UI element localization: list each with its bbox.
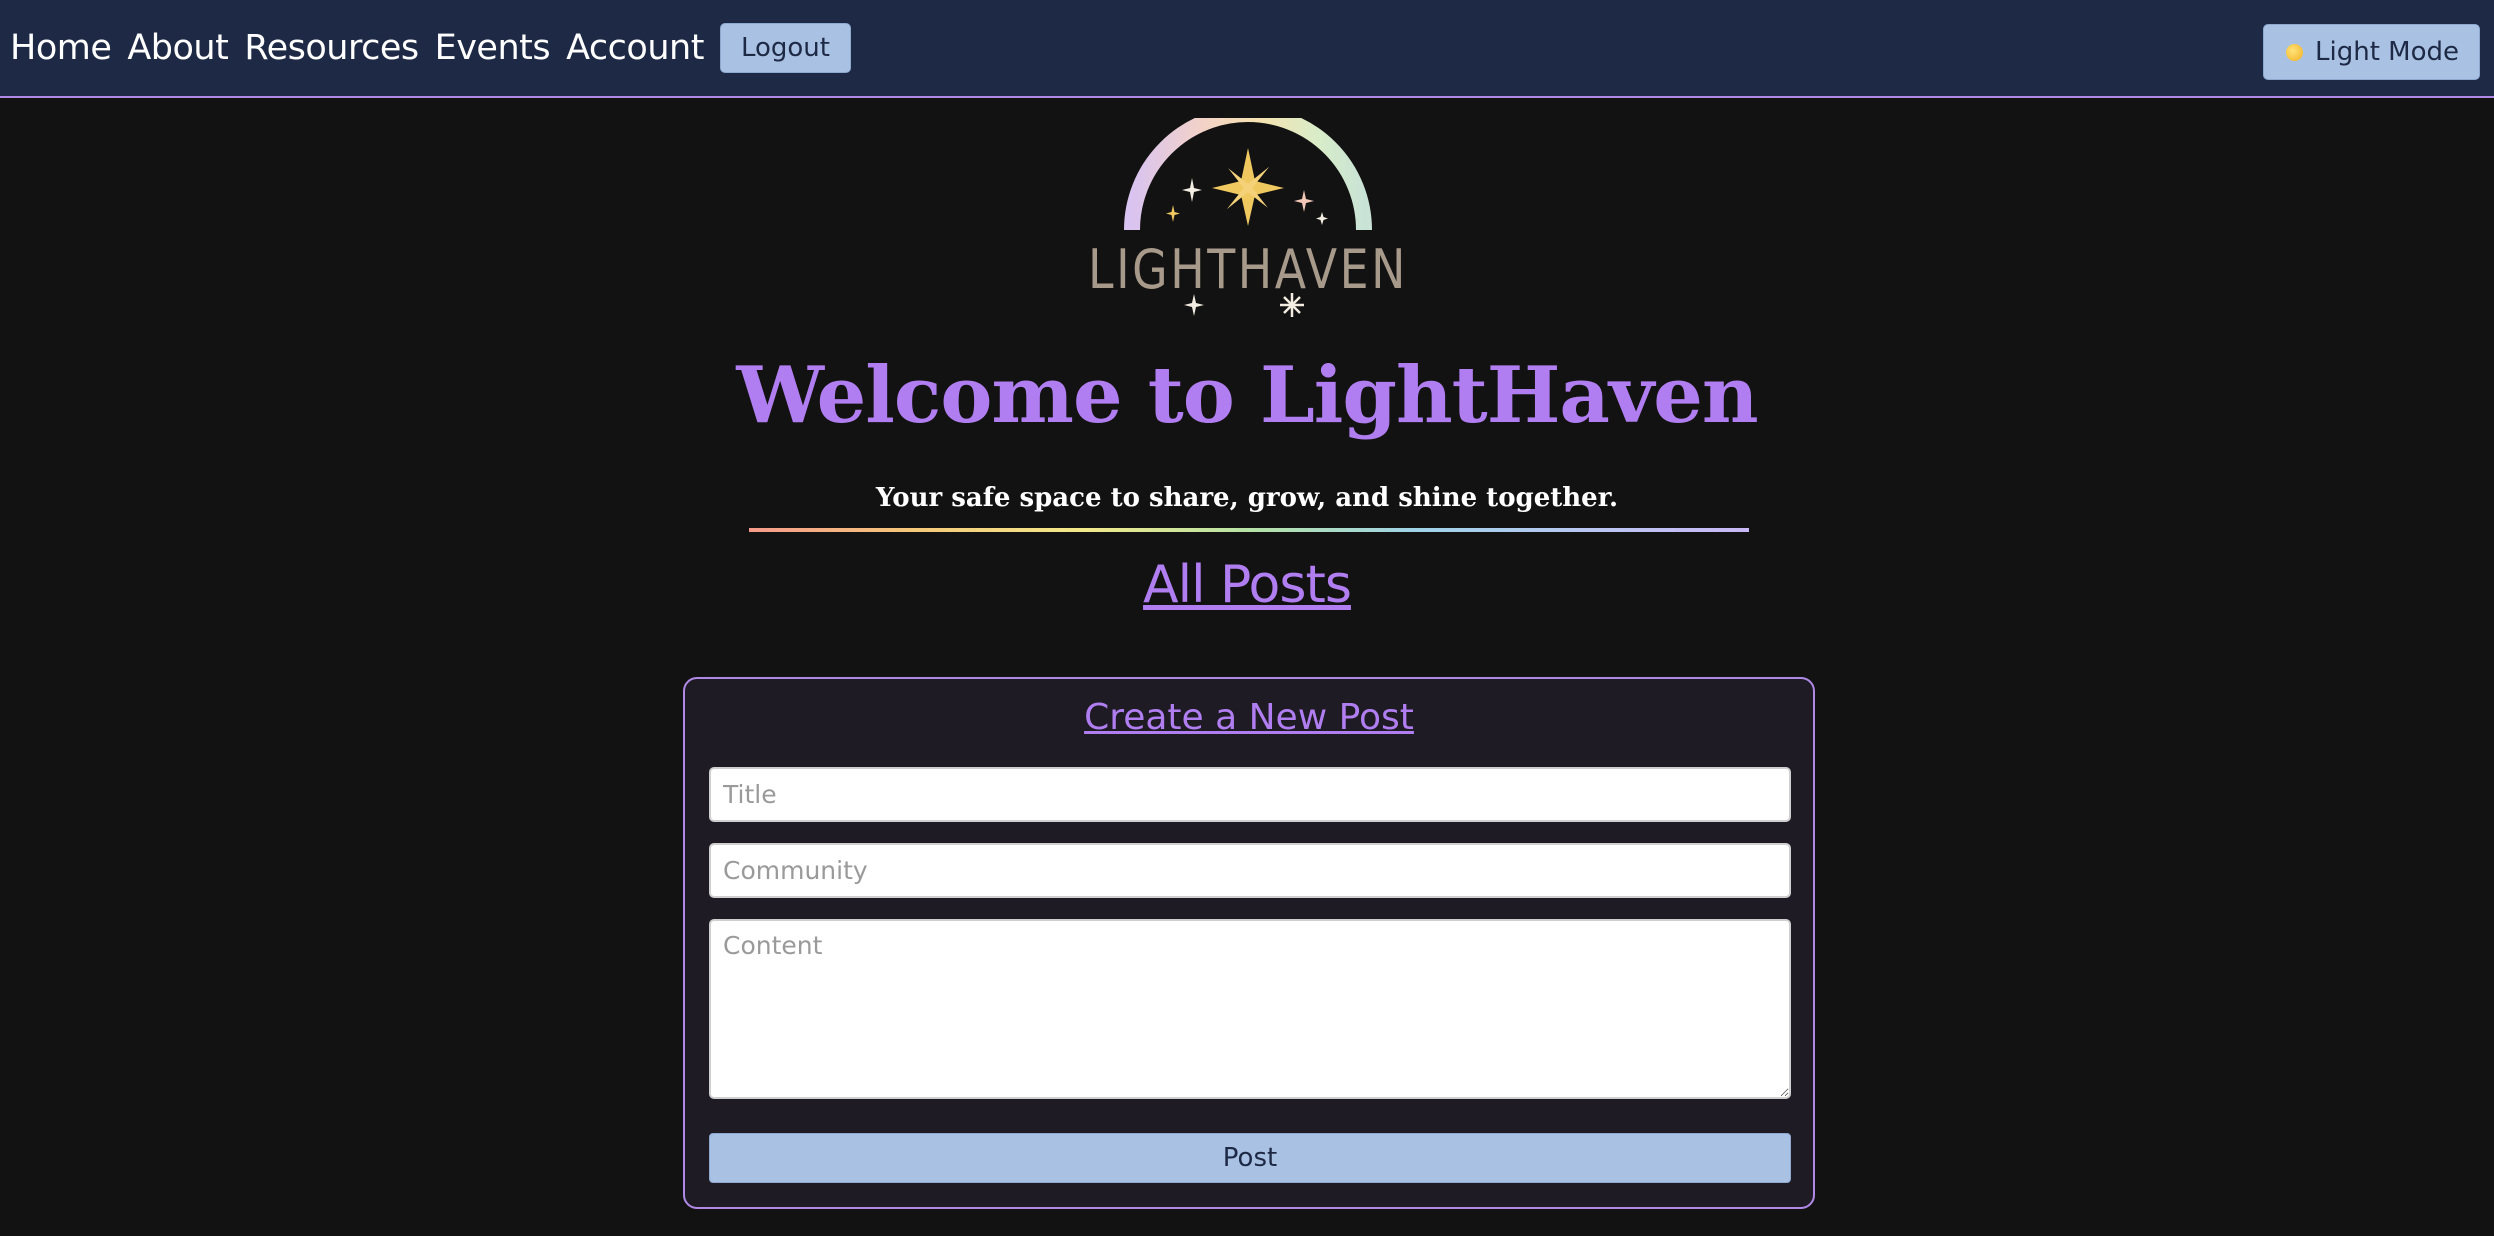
post-title-input[interactable] (709, 767, 1791, 822)
logo-sparkle-4 (1316, 212, 1328, 225)
rainbow-divider (749, 528, 1749, 532)
lighthaven-logo: LIGHTHAVEN (1088, 118, 1408, 317)
post-submit-button[interactable]: Post (709, 1133, 1791, 1183)
nav-link-home[interactable]: Home (10, 28, 112, 68)
nav-link-resources[interactable]: Resources (244, 28, 419, 68)
all-posts-heading[interactable]: All Posts (0, 555, 2494, 615)
create-post-heading[interactable]: Create a New Post (685, 697, 1813, 738)
nav-link-about[interactable]: About (127, 28, 228, 68)
logout-button[interactable]: Logout (719, 23, 851, 73)
top-navbar: Home About Resources Events Account Logo… (0, 0, 2494, 98)
nav-link-account[interactable]: Account (566, 28, 704, 68)
tagline: Your safe space to share, grow, and shin… (875, 483, 1619, 513)
create-post-form: Create a New Post Post (683, 677, 1815, 1209)
community-input[interactable] (709, 843, 1791, 898)
logo-sparkle-2 (1166, 205, 1180, 222)
logo-sparkle-3 (1294, 190, 1314, 212)
nav-links: Home About Resources Events Account Logo… (10, 0, 851, 96)
sun-icon (2286, 43, 2303, 61)
light-mode-label: Light Mode (2315, 37, 2459, 67)
light-mode-toggle-button[interactable]: Light Mode (2263, 24, 2480, 80)
welcome-heading: Welcome to LightHaven (736, 350, 1758, 441)
content-textarea[interactable] (709, 919, 1791, 1099)
logo-sparkle-1 (1182, 178, 1202, 202)
nav-link-events[interactable]: Events (435, 28, 551, 68)
logo-text: LIGHTHAVEN (1088, 238, 1408, 301)
